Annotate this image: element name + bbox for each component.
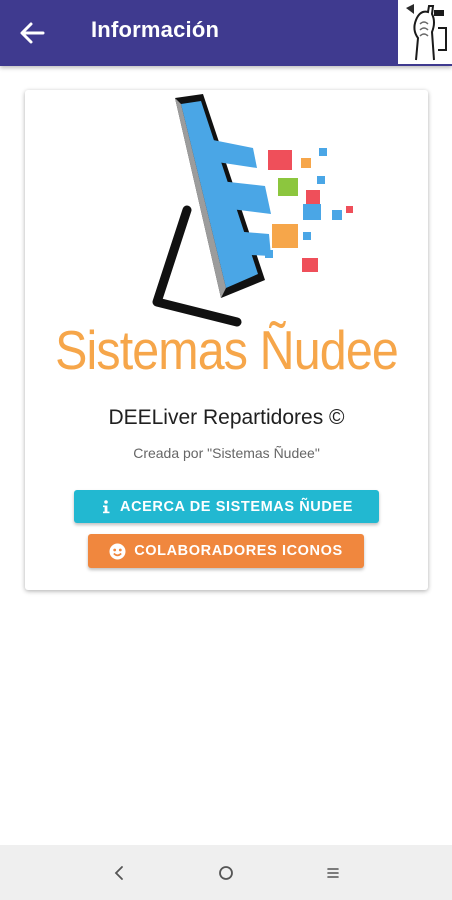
brand-name: Sistemas Ñudee <box>55 319 399 381</box>
back-button[interactable] <box>12 14 52 52</box>
app-bar: Información <box>0 0 452 66</box>
brand-logo-graphic <box>152 94 353 327</box>
face-icon <box>109 543 126 560</box>
collab-button-label: COLABORADORES ICONOS <box>134 543 343 559</box>
info-card: Sistemas Ñudee DEELiver Repartidores © C… <box>25 90 428 590</box>
nav-back-button[interactable] <box>104 859 134 887</box>
app-logo <box>398 0 452 64</box>
nav-home-button[interactable] <box>211 859 241 887</box>
icon-collaborators-button[interactable]: COLABORADORES ICONOS <box>88 534 364 568</box>
info-icon <box>100 499 112 515</box>
nav-recents-button[interactable] <box>318 859 348 887</box>
system-nav-bar <box>0 845 452 900</box>
app-name: DEELiver Repartidores © <box>108 406 345 429</box>
page-title: Información <box>91 17 220 42</box>
about-sistemas-nudee-button[interactable]: ACERCA DE SISTEMAS ÑUDEE <box>74 490 379 523</box>
menu-lines-icon <box>327 868 339 878</box>
credit-text: Creada por "Sistemas Ñudee" <box>133 445 320 461</box>
chevron-left-icon <box>114 866 123 880</box>
about-button-label: ACERCA DE SISTEMAS ÑUDEE <box>120 498 353 515</box>
arrow-left-icon <box>20 22 45 44</box>
circle-icon <box>219 866 233 880</box>
